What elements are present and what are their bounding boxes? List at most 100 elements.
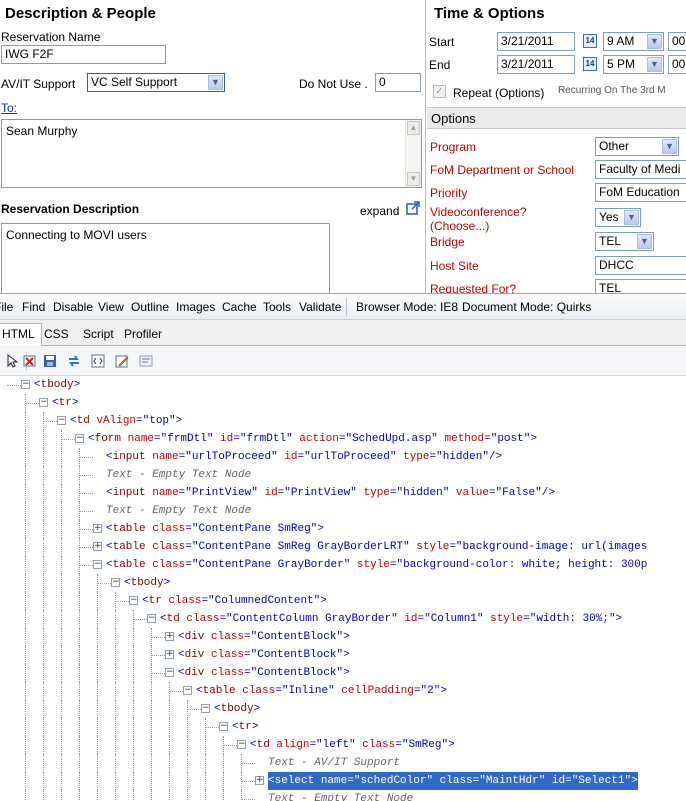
node-token: SchedUpd.asp — [352, 433, 432, 445]
collapse-icon[interactable]: − — [129, 596, 138, 605]
tree-node[interactable]: <td align="left" class="SmReg"> — [250, 736, 455, 754]
word-wrap-icon[interactable] — [138, 353, 154, 369]
save-icon[interactable] — [42, 353, 58, 369]
menu-item-view[interactable]: View — [98, 300, 124, 314]
node-token: type — [403, 451, 430, 463]
menu-item-file[interactable]: File — [0, 300, 13, 314]
expand-icon[interactable]: + — [165, 632, 174, 641]
menu-item-tools[interactable]: Tools — [263, 300, 291, 314]
expand-icon[interactable]: + — [255, 776, 264, 785]
repeat-checkbox[interactable]: ✓ — [433, 85, 446, 98]
collapse-icon[interactable]: − — [75, 434, 84, 443]
collapse-icon[interactable]: − — [201, 704, 210, 713]
to-textarea-scrollbar[interactable]: ▲ ▼ — [405, 120, 421, 187]
tab-profiler[interactable]: Profiler — [118, 324, 168, 346]
collapse-icon[interactable]: − — [165, 668, 174, 677]
menu-item-outline[interactable]: Outline — [131, 300, 169, 314]
menu-item-images[interactable]: Images — [176, 300, 215, 314]
tree-node[interactable]: Text - Empty Text Node — [268, 790, 413, 801]
tree-node[interactable]: <td class="ContentColumn GrayBorder" id=… — [160, 610, 622, 628]
tree-node[interactable]: <table class="ContentPane GrayBorder" st… — [106, 556, 647, 574]
calendar-icon[interactable]: 14 — [583, 34, 597, 48]
tree-node[interactable]: <table class="Inline" cellPadding="2"> — [196, 682, 447, 700]
tree-node[interactable]: <form name="frmDtl" id="frmDtl" action="… — [88, 430, 537, 448]
collapse-icon[interactable]: − — [93, 560, 102, 569]
menu-item-validate[interactable]: Validate — [299, 300, 341, 314]
tree-node[interactable]: <div class="ContentBlock"> — [178, 664, 350, 682]
do-not-use-input[interactable]: 0 — [375, 73, 421, 92]
collapse-icon[interactable]: − — [183, 686, 192, 695]
repeat-options-label[interactable]: Repeat (Options) — [453, 86, 544, 100]
tree-node[interactable]: <tr> — [232, 718, 258, 736]
tree-node[interactable]: <tbody> — [34, 376, 80, 394]
browser-mode-menu[interactable]: Browser Mode: IE8 — [356, 300, 458, 314]
tree-node[interactable]: <td vAlign="top"> — [70, 412, 182, 430]
node-token: " — [206, 433, 221, 445]
start-date-input[interactable]: 3/21/2011 — [497, 32, 575, 51]
option-select[interactable]: TEL ▼ — [595, 232, 654, 251]
collapse-icon[interactable]: − — [219, 722, 228, 731]
calendar-icon[interactable]: 14 — [583, 57, 597, 71]
tree-node[interactable]: <input name="PrintView" id="PrintView" t… — [106, 484, 555, 502]
tree-node[interactable]: Text - Empty Text Node — [106, 466, 251, 484]
tree-node[interactable]: Text - AV/IT Support — [268, 754, 400, 772]
tree-node[interactable]: <input name="urlToProceed" id="urlToProc… — [106, 448, 502, 466]
end-date-input[interactable]: 3/21/2011 — [497, 55, 575, 74]
option-select[interactable]: Other ▼ — [595, 137, 679, 156]
expand-icon[interactable]: + — [93, 542, 102, 551]
menu-item-cache[interactable]: Cache — [222, 300, 257, 314]
node-token: " — [251, 487, 265, 499]
reservation-name-input[interactable]: IWG F2F — [1, 45, 166, 64]
view-source-icon[interactable] — [90, 353, 106, 369]
expand-icon[interactable]: + — [165, 650, 174, 659]
av-support-select[interactable]: VC Self Support ▼ — [87, 73, 225, 92]
collapse-icon[interactable]: − — [57, 416, 66, 425]
tab-html[interactable]: HTML — [0, 323, 42, 347]
refresh-icon[interactable] — [66, 353, 82, 369]
menu-item-find[interactable]: Find — [22, 300, 45, 314]
expand-link[interactable]: expand — [360, 204, 399, 218]
node-token: False — [502, 487, 536, 499]
end-minutes-select[interactable]: 00 — [668, 55, 686, 74]
option-input[interactable]: FoM Education — [595, 183, 686, 202]
collapse-icon[interactable]: − — [39, 398, 48, 407]
collapse-icon[interactable]: − — [147, 614, 156, 623]
to-textarea[interactable]: Sean Murphy ▲ ▼ — [1, 119, 422, 188]
option-input[interactable]: Faculty of Medi — [595, 160, 686, 179]
scroll-up-icon[interactable]: ▲ — [407, 121, 420, 135]
tree-guide-line — [61, 502, 62, 520]
selected-tree-node[interactable]: <select name="schedColor" class="MaintHd… — [268, 772, 638, 790]
tab-css[interactable]: CSS — [38, 324, 75, 346]
tree-node[interactable]: <tbody> — [214, 700, 260, 718]
collapse-icon[interactable]: − — [237, 740, 246, 749]
external-link-icon[interactable] — [406, 201, 420, 215]
option-select[interactable]: Yes ▼ — [595, 208, 641, 227]
menu-item-disable[interactable]: Disable — [53, 300, 93, 314]
document-mode-menu[interactable]: Document Mode: Quirks — [462, 300, 591, 314]
tree-node[interactable]: <div class="ContentBlock"> — [178, 646, 350, 664]
option-input[interactable]: DHCC — [595, 256, 686, 275]
edit-icon[interactable] — [114, 353, 130, 369]
start-minutes-select[interactable]: 00 — [668, 32, 686, 51]
tree-branch-line — [151, 655, 165, 656]
tree-node[interactable]: <tr> — [52, 394, 78, 412]
tree-node[interactable]: <tr class="ColumnedContent"> — [142, 592, 327, 610]
tree-node[interactable]: <table class="ContentPane SmReg"> — [106, 520, 324, 538]
collapse-icon[interactable]: − — [21, 380, 30, 389]
end-time-select[interactable]: 5 PM ▼ — [603, 55, 664, 74]
to-link[interactable]: To: — [1, 101, 17, 115]
scroll-down-icon[interactable]: ▼ — [407, 172, 420, 186]
collapse-icon[interactable]: − — [111, 578, 120, 587]
reservation-description-textarea[interactable]: Connecting to MOVI users — [1, 223, 330, 293]
option-input[interactable]: TEL — [595, 279, 686, 293]
tree-guide-line — [79, 682, 80, 700]
tree-node[interactable]: <tbody> — [124, 574, 170, 592]
select-element-icon[interactable] — [5, 353, 21, 369]
tree-node[interactable]: Text - Empty Text Node — [106, 502, 251, 520]
start-time-select[interactable]: 9 AM ▼ — [603, 32, 664, 51]
clear-outline-icon[interactable] — [22, 353, 38, 369]
expand-icon[interactable]: + — [93, 524, 102, 533]
tree-node[interactable]: <div class="ContentBlock"> — [178, 628, 350, 646]
tab-script[interactable]: Script — [77, 324, 120, 346]
tree-node[interactable]: <table class="ContentPane SmReg GrayBord… — [106, 538, 647, 556]
